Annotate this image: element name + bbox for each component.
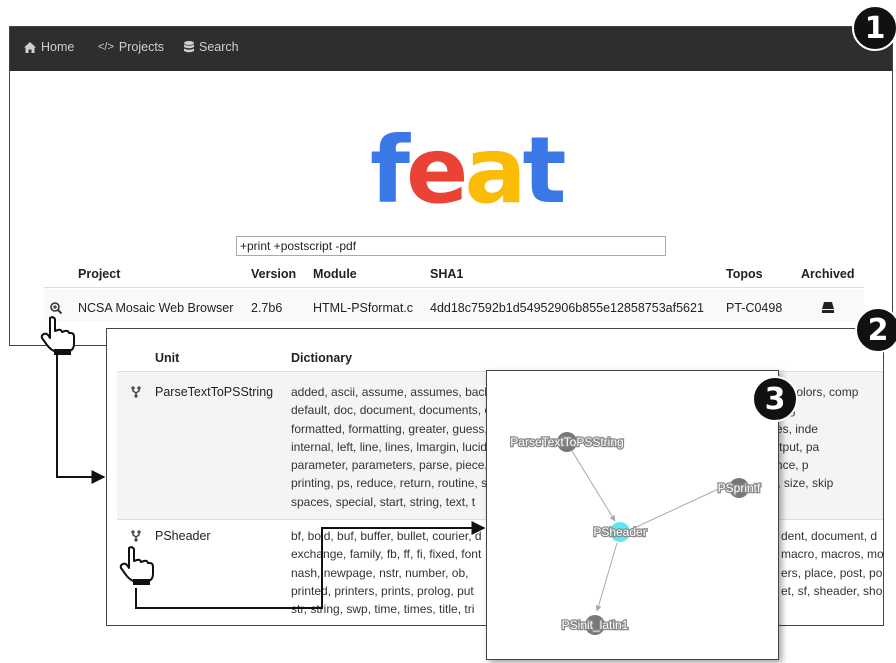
pointer-hand-icon <box>40 316 75 355</box>
connector-arrow <box>56 355 106 484</box>
step-badge-3: 3 <box>752 376 798 422</box>
step-badge-2: 2 <box>855 307 896 353</box>
pointer-hand-icon <box>119 546 154 585</box>
step-badge-1: 1 <box>852 5 896 51</box>
connector-arrow <box>135 521 486 609</box>
